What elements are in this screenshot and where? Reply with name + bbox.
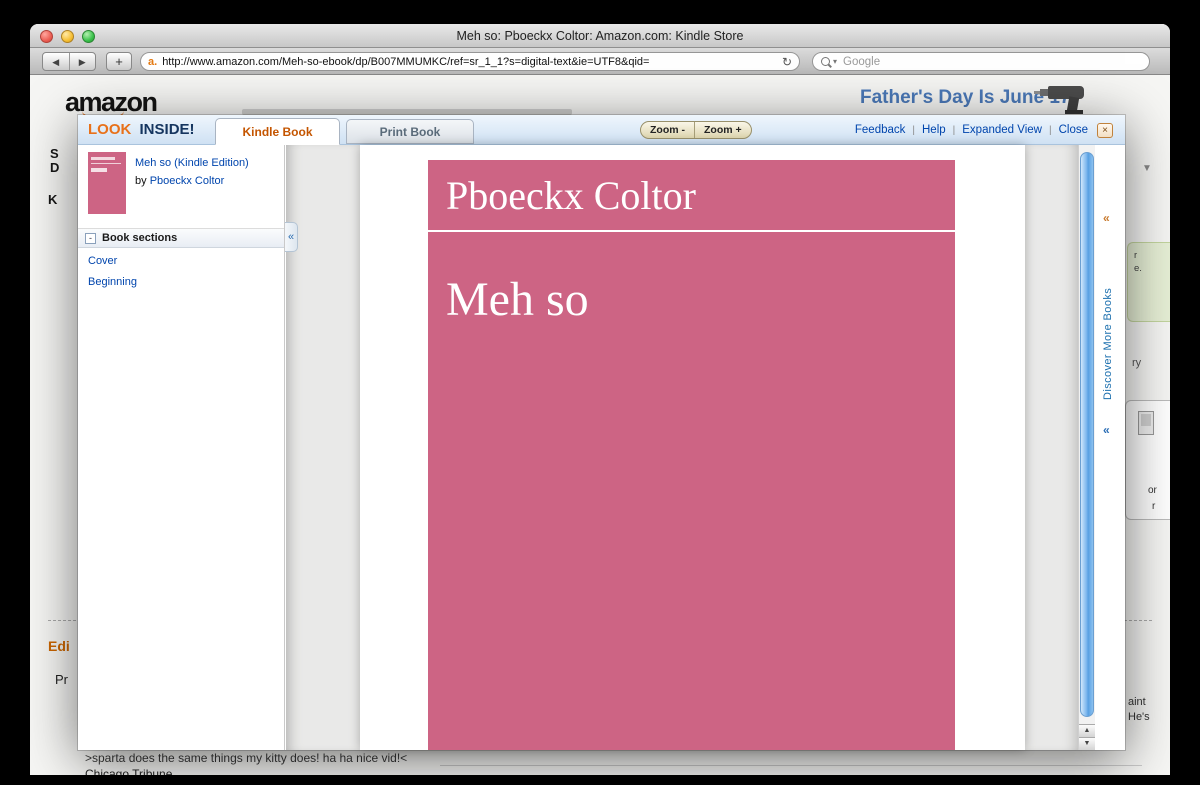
section-link-beginning[interactable]: Beginning [88, 276, 137, 288]
green-box-line: e. [1134, 263, 1142, 274]
cutoff-text-fragment: K [48, 192, 58, 207]
scroll-down-icon[interactable]: ▼ [1079, 737, 1095, 750]
green-box-line: r [1134, 250, 1138, 261]
history-nav: ◀ ▶ [42, 52, 96, 71]
search-field[interactable]: ▾ Google [812, 52, 1150, 71]
back-button[interactable]: ◀ [43, 53, 69, 70]
reader-scrollbar[interactable]: ▲ ▼ [1078, 145, 1095, 750]
byline: by Pboeckx Coltor [135, 175, 224, 187]
scroll-up-icon[interactable]: ▲ [1079, 724, 1095, 737]
header-links: Feedback | Help | Expanded View | Close … [855, 115, 1113, 145]
browser-toolbar: ◀ ▶ + a. http://www.amazon.com/Meh-so-eb… [30, 48, 1170, 75]
amazon-favicon-icon: a. [148, 55, 158, 68]
thumb-text-line [91, 157, 115, 160]
look-label: LOOK [88, 121, 132, 138]
drill-icon [1034, 81, 1102, 115]
search-dropdown-icon[interactable]: ▾ [833, 57, 837, 66]
page-content: amazon Father's Day Is June 17 S D K ▼ r… [30, 75, 1170, 775]
zoom-in-button[interactable]: Zoom + [695, 122, 751, 138]
link-separator: | [912, 124, 915, 136]
address-bar[interactable]: a. http://www.amazon.com/Meh-so-ebook/dp… [140, 52, 800, 71]
book-sections-label: Book sections [102, 232, 178, 244]
look-inside-modal: LOOK INSIDE! Kindle Book Print Book Zoom… [78, 115, 1125, 750]
cover-author-text: Pboeckx Coltor [446, 173, 696, 218]
url-text[interactable]: http://www.amazon.com/Meh-so-ebook/dp/B0… [162, 56, 777, 68]
book-title-link[interactable]: Meh so (Kindle Edition) [135, 157, 280, 170]
sidebar-collapse-button[interactable]: « [285, 222, 298, 252]
box-text-fragment: or [1148, 485, 1157, 496]
feedback-link[interactable]: Feedback [855, 124, 906, 136]
close-icon[interactable]: × [1097, 122, 1113, 138]
link-separator: | [952, 124, 956, 136]
refresh-icon[interactable]: ↻ [782, 55, 792, 69]
link-separator: | [1048, 124, 1052, 136]
reader-sidebar: Meh so (Kindle Edition) by Pboeckx Colto… [78, 145, 285, 750]
expanded-view-link[interactable]: Expanded View [962, 124, 1042, 136]
scrollbar-thumb[interactable] [1080, 152, 1094, 717]
book-page: Pboeckx Coltor Meh so [360, 145, 1025, 750]
window-titlebar[interactable]: Meh so: Pboeckx Coltor: Amazon.com: Kind… [30, 24, 1170, 48]
minimize-window-button[interactable] [61, 30, 74, 43]
collapse-chevron-icon[interactable]: « [1103, 423, 1110, 437]
thumb-text-line [91, 168, 107, 172]
zoom-out-button[interactable]: Zoom - [641, 122, 694, 138]
book-cover-thumbnail[interactable] [88, 152, 126, 214]
by-label: by [135, 175, 147, 187]
search-placeholder: Google [843, 55, 881, 68]
window-title: Meh so: Pboeckx Coltor: Amazon.com: Kind… [456, 29, 744, 43]
promo-box-kindle: or r [1125, 400, 1170, 520]
cutoff-text-fragment: S [50, 146, 59, 161]
footer-divider [440, 765, 1142, 766]
author-link[interactable]: Pboeckx Coltor [150, 175, 225, 187]
forward-button[interactable]: ▶ [68, 53, 96, 70]
collapse-minus-icon[interactable]: - [85, 233, 96, 244]
zoom-window-button[interactable] [82, 30, 95, 43]
close-window-button[interactable] [40, 30, 53, 43]
box-text-fragment: r [1152, 501, 1156, 512]
drill-battery-part [1065, 110, 1083, 114]
section-link-cover[interactable]: Cover [88, 255, 117, 267]
look-inside-logo: LOOK INSIDE! [88, 115, 195, 145]
close-link[interactable]: Close [1059, 124, 1088, 136]
promo-box-green: r e. [1127, 242, 1170, 322]
traffic-lights [40, 30, 95, 43]
zoom-controls: Zoom - Zoom + [640, 121, 752, 139]
editorial-reviews-heading-fragment: Edi [48, 638, 70, 654]
browser-window: Meh so: Pboeckx Coltor: Amazon.com: Kind… [30, 24, 1170, 775]
cutoff-text-fragment: ry [1132, 357, 1142, 369]
reader-header: LOOK INSIDE! Kindle Book Print Book Zoom… [78, 115, 1125, 145]
tab-kindle-book[interactable]: Kindle Book [215, 118, 340, 145]
book-sections-header: - Book sections [78, 228, 284, 248]
tab-print-book[interactable]: Print Book [346, 119, 474, 144]
cover-title-text: Meh so [446, 273, 589, 326]
cutoff-text-fragment: D [50, 160, 60, 175]
cutoff-text-fragment: Pr [55, 672, 68, 687]
cutoff-text-fragment: He's [1128, 711, 1150, 723]
discover-strip: « Discover More Books « [1095, 145, 1125, 750]
cutoff-text-fragment: aint [1128, 696, 1146, 708]
search-icon [821, 57, 830, 66]
reader-body: Meh so (Kindle Edition) by Pboeckx Colto… [78, 145, 1125, 750]
thumb-rule-line [91, 163, 121, 164]
collapse-chevron-icon[interactable]: « [1103, 211, 1110, 225]
book-cover-image: Pboeckx Coltor Meh so [428, 160, 955, 750]
kindle-device-icon [1138, 411, 1154, 435]
review-quote: >sparta does the same things my kitty do… [85, 751, 408, 765]
cover-rule-line [428, 230, 955, 232]
page-viewer: Pboeckx Coltor Meh so [286, 145, 1078, 750]
dropdown-caret-icon: ▼ [1142, 163, 1152, 174]
new-tab-button[interactable]: + [106, 52, 132, 71]
discover-more-books-tab[interactable]: Discover More Books [1102, 260, 1114, 400]
review-source: Chicago Tribune [85, 767, 173, 775]
help-link[interactable]: Help [922, 124, 946, 136]
inside-label: INSIDE! [139, 121, 195, 138]
